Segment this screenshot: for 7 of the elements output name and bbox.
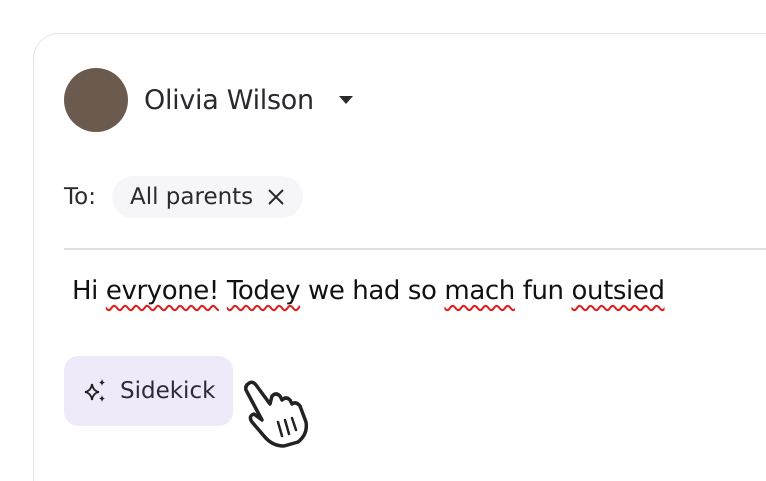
message-text[interactable]: Hi evryone! Todey we had so mach fun outsied (72, 276, 766, 306)
sender-name: Olivia Wilson (144, 84, 314, 116)
sidekick-button[interactable]: Sidekick (64, 356, 234, 426)
to-label: To: (64, 184, 96, 210)
recipient-chip[interactable]: All parents (112, 176, 304, 218)
dropdown-caret-icon[interactable] (338, 95, 354, 105)
close-icon[interactable] (267, 188, 286, 206)
